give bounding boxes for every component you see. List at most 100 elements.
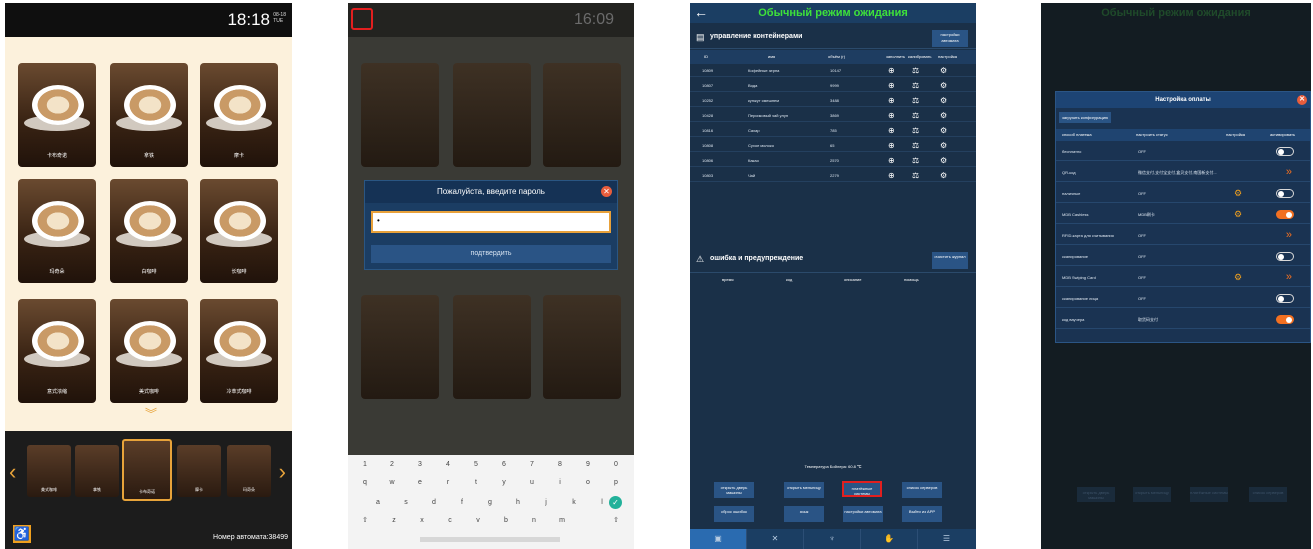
clear-log-button[interactable]: очистить журнал: [932, 252, 968, 269]
key[interactable]: d: [422, 495, 446, 511]
open-door-button[interactable]: открыть дверь машины: [714, 482, 754, 498]
key[interactable]: 5: [464, 457, 488, 473]
calibrate-scale-icon[interactable]: ⚖: [912, 126, 919, 135]
key[interactable]: f: [450, 495, 474, 511]
gear-icon[interactable]: ⚙: [940, 66, 947, 75]
password-input[interactable]: •: [371, 211, 611, 233]
key[interactable]: 9: [576, 457, 600, 473]
chevron-down-icon[interactable]: ︾: [145, 405, 157, 422]
accessibility-icon[interactable]: ♿: [13, 525, 31, 543]
gear-icon[interactable]: ⚙: [940, 126, 947, 135]
open-grinder-button[interactable]: открыть мельницу: [784, 482, 824, 498]
product-tile[interactable]: 卡布奇诺: [18, 63, 96, 167]
key[interactable]: w: [380, 475, 404, 491]
key[interactable]: r: [436, 475, 460, 491]
key[interactable]: 3: [408, 457, 432, 473]
key[interactable]: x: [410, 513, 434, 529]
product-tile[interactable]: 玛奇朵: [18, 179, 96, 283]
shift-icon[interactable]: ⇧: [604, 513, 628, 529]
calibrate-scale-icon[interactable]: ⚖: [912, 141, 919, 150]
fill-plus-icon[interactable]: ⊕: [888, 126, 895, 135]
check-icon[interactable]: ✓: [609, 496, 622, 509]
key[interactable]: q: [353, 475, 377, 491]
payment-systems-button[interactable]: платёжные системы: [842, 481, 882, 497]
gear-icon[interactable]: ⚙: [940, 96, 947, 105]
key[interactable]: j: [534, 495, 558, 511]
gear-icon[interactable]: ⚙: [940, 81, 947, 90]
activate-toggle[interactable]: [1276, 252, 1294, 261]
product-tile[interactable]: 冷萃式咖啡: [200, 299, 278, 403]
reset-errors-button[interactable]: сброс ошибок: [714, 506, 754, 522]
calibrate-scale-icon[interactable]: ⚖: [912, 171, 919, 180]
confirm-button[interactable]: подтвердить: [371, 245, 611, 263]
activate-toggle[interactable]: [1276, 210, 1294, 219]
load-config-button[interactable]: загрузить конфигурацию: [1059, 112, 1111, 123]
key[interactable]: v: [466, 513, 490, 529]
calibrate-scale-icon[interactable]: ⚖: [912, 66, 919, 75]
product-tile[interactable]: 摩卡: [200, 63, 278, 167]
key[interactable]: 4: [436, 457, 460, 473]
key[interactable]: i: [548, 475, 572, 491]
key[interactable]: 0: [604, 457, 628, 473]
chevron-right-icon[interactable]: »: [1286, 229, 1292, 241]
chevron-left-icon[interactable]: ‹: [9, 459, 16, 485]
key[interactable]: m: [550, 513, 574, 529]
tab-drinks-icon[interactable]: ♆: [804, 529, 861, 549]
product-tile[interactable]: 长咖啡: [200, 179, 278, 283]
fill-plus-icon[interactable]: ⊕: [888, 141, 895, 150]
key[interactable]: n: [522, 513, 546, 529]
machine-settings-button[interactable]: настройки автомата: [932, 30, 968, 47]
key[interactable]: e: [408, 475, 432, 491]
close-icon[interactable]: ✕: [1297, 95, 1307, 105]
chevron-right-icon[interactable]: »: [1286, 271, 1292, 283]
key[interactable]: p: [604, 475, 628, 491]
calibrate-scale-icon[interactable]: ⚖: [912, 81, 919, 90]
key[interactable]: k: [562, 495, 586, 511]
gear-icon[interactable]: ⚙: [1234, 272, 1242, 283]
key[interactable]: 7: [520, 457, 544, 473]
activate-toggle[interactable]: [1276, 189, 1294, 198]
carousel-item[interactable]: 玛奇朵: [227, 445, 271, 497]
activate-toggle[interactable]: [1276, 315, 1294, 324]
tab-tools-icon[interactable]: ✕: [747, 529, 804, 549]
chevron-right-icon[interactable]: »: [1286, 166, 1292, 178]
key[interactable]: 2: [380, 457, 404, 473]
product-tile[interactable]: 拿铁: [110, 63, 188, 167]
key[interactable]: 8: [548, 457, 572, 473]
carousel-item[interactable]: 美式咖啡: [27, 445, 71, 497]
exit-app-button[interactable]: Выйти из APP: [902, 506, 942, 522]
fill-plus-icon[interactable]: ⊕: [888, 81, 895, 90]
fill-plus-icon[interactable]: ⊕: [888, 96, 895, 105]
fill-plus-icon[interactable]: ⊕: [888, 111, 895, 120]
fill-plus-icon[interactable]: ⊕: [888, 66, 895, 75]
key[interactable]: t: [464, 475, 488, 491]
key[interactable]: a: [366, 495, 390, 511]
key[interactable]: c: [438, 513, 462, 529]
spacebar[interactable]: [420, 537, 560, 542]
chevron-right-icon[interactable]: ›: [279, 459, 286, 485]
calibrate-scale-icon[interactable]: ⚖: [912, 156, 919, 165]
carousel-item[interactable]: 摩卡: [177, 445, 221, 497]
calibrate-scale-icon[interactable]: ⚖: [912, 111, 919, 120]
key[interactable]: g: [478, 495, 502, 511]
gear-icon[interactable]: ⚙: [940, 111, 947, 120]
carousel-item[interactable]: 拿铁: [75, 445, 119, 497]
gear-icon[interactable]: ⚙: [1234, 209, 1242, 220]
tab-clean-icon[interactable]: ✋: [861, 529, 918, 549]
key[interactable]: s: [394, 495, 418, 511]
server-list-button[interactable]: список серверов: [902, 482, 942, 498]
key[interactable]: b: [494, 513, 518, 529]
language-button[interactable]: язык: [784, 506, 824, 522]
calibrate-scale-icon[interactable]: ⚖: [912, 96, 919, 105]
hidden-admin-hotspot[interactable]: [351, 8, 373, 30]
activate-toggle[interactable]: [1276, 147, 1294, 156]
key[interactable]: o: [576, 475, 600, 491]
key[interactable]: 1: [353, 457, 377, 473]
key[interactable]: y: [492, 475, 516, 491]
key[interactable]: z: [382, 513, 406, 529]
product-tile[interactable]: 白咖啡: [110, 179, 188, 283]
gear-icon[interactable]: ⚙: [940, 156, 947, 165]
key[interactable]: h: [506, 495, 530, 511]
tab-home-icon[interactable]: ▣: [690, 529, 747, 549]
carousel-item-selected[interactable]: 卡布奇诺: [122, 439, 172, 501]
